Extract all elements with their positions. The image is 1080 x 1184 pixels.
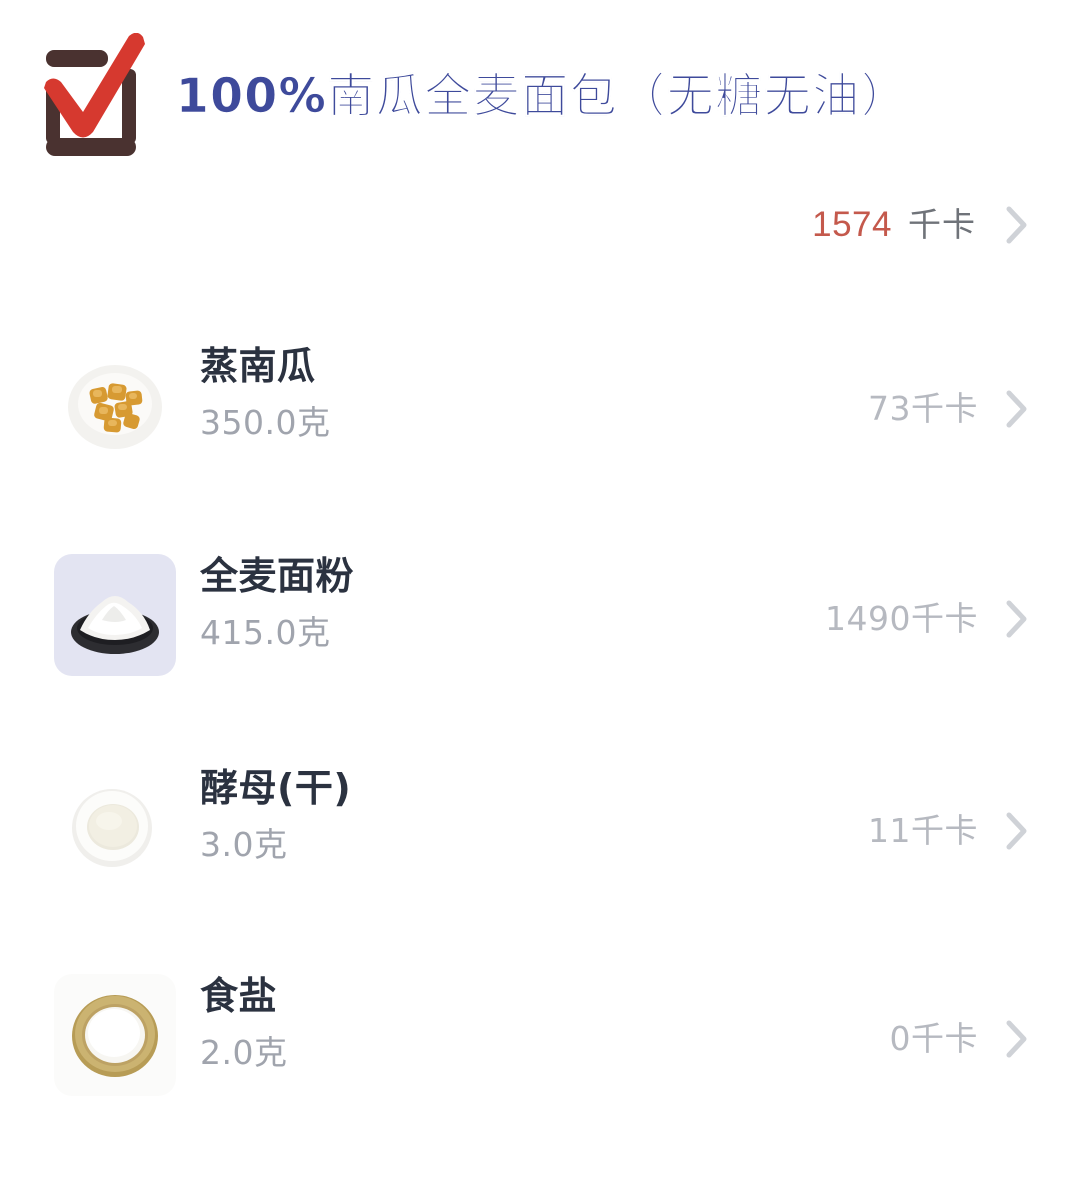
list-item[interactable]: 酵母(干) 3.0克 11千卡 xyxy=(0,752,1080,960)
ingredient-weight: 350.0克 xyxy=(200,402,330,444)
ingredient-name: 全麦面粉 xyxy=(200,550,354,602)
ingredient-weight: 3.0克 xyxy=(200,824,351,866)
chevron-right-icon[interactable] xyxy=(1006,600,1028,638)
ingredient-info: 蒸南瓜 350.0克 xyxy=(200,340,330,444)
ingredient-info: 食盐 2.0克 xyxy=(200,970,287,1074)
ingredient-calories: 11千卡 xyxy=(868,810,978,852)
ingredient-info: 酵母(干) 3.0克 xyxy=(200,762,351,866)
ingredient-calories-block[interactable]: 1490千卡 xyxy=(825,598,1028,640)
list-item[interactable]: 全麦面粉 415.0克 1490千卡 xyxy=(0,540,1080,752)
ingredient-weight: 2.0克 xyxy=(200,1032,287,1074)
whole-wheat-flour-thumbnail xyxy=(54,554,176,676)
ingredient-name: 蒸南瓜 xyxy=(200,340,330,392)
ingredient-name: 食盐 xyxy=(200,970,287,1022)
list-item[interactable]: 蒸南瓜 350.0克 73千卡 xyxy=(0,330,1080,540)
chevron-right-icon[interactable] xyxy=(1006,390,1028,428)
page-title: 100%南瓜全麦面包（无糖无油） xyxy=(176,66,909,128)
ingredient-calories: 73千卡 xyxy=(868,388,978,430)
ingredient-weight: 415.0克 xyxy=(200,612,354,654)
ingredient-calories-block[interactable]: 0千卡 xyxy=(890,1018,1029,1060)
ingredient-calories: 1490千卡 xyxy=(825,598,978,640)
steamed-pumpkin-thumbnail xyxy=(54,344,176,466)
ingredient-calories-block[interactable]: 11千卡 xyxy=(868,810,1028,852)
ingredient-info: 全麦面粉 415.0克 xyxy=(200,550,354,654)
chevron-right-icon[interactable] xyxy=(1006,1020,1028,1058)
dry-yeast-thumbnail xyxy=(54,766,176,888)
ingredient-name: 酵母(干) xyxy=(200,762,351,814)
page-header: 100%南瓜全麦面包（无糖无油） xyxy=(0,0,1080,190)
ingredient-calories: 0千卡 xyxy=(890,1018,979,1060)
list-item[interactable]: 食盐 2.0克 0千卡 xyxy=(0,960,1080,1160)
chevron-right-icon[interactable] xyxy=(1006,206,1028,244)
chevron-right-icon[interactable] xyxy=(1006,812,1028,850)
checkbox-check-icon xyxy=(33,33,157,165)
ingredient-list: 蒸南瓜 350.0克 73千卡 全麦面粉 415. xyxy=(0,330,1080,1160)
table-salt-thumbnail xyxy=(54,974,176,1096)
total-calories-unit: 千卡 xyxy=(908,205,976,245)
total-calories-row[interactable]: 1574 千卡 xyxy=(812,196,1028,254)
total-calories-value: 1574 xyxy=(812,205,892,245)
ingredient-calories-block[interactable]: 73千卡 xyxy=(868,388,1028,430)
